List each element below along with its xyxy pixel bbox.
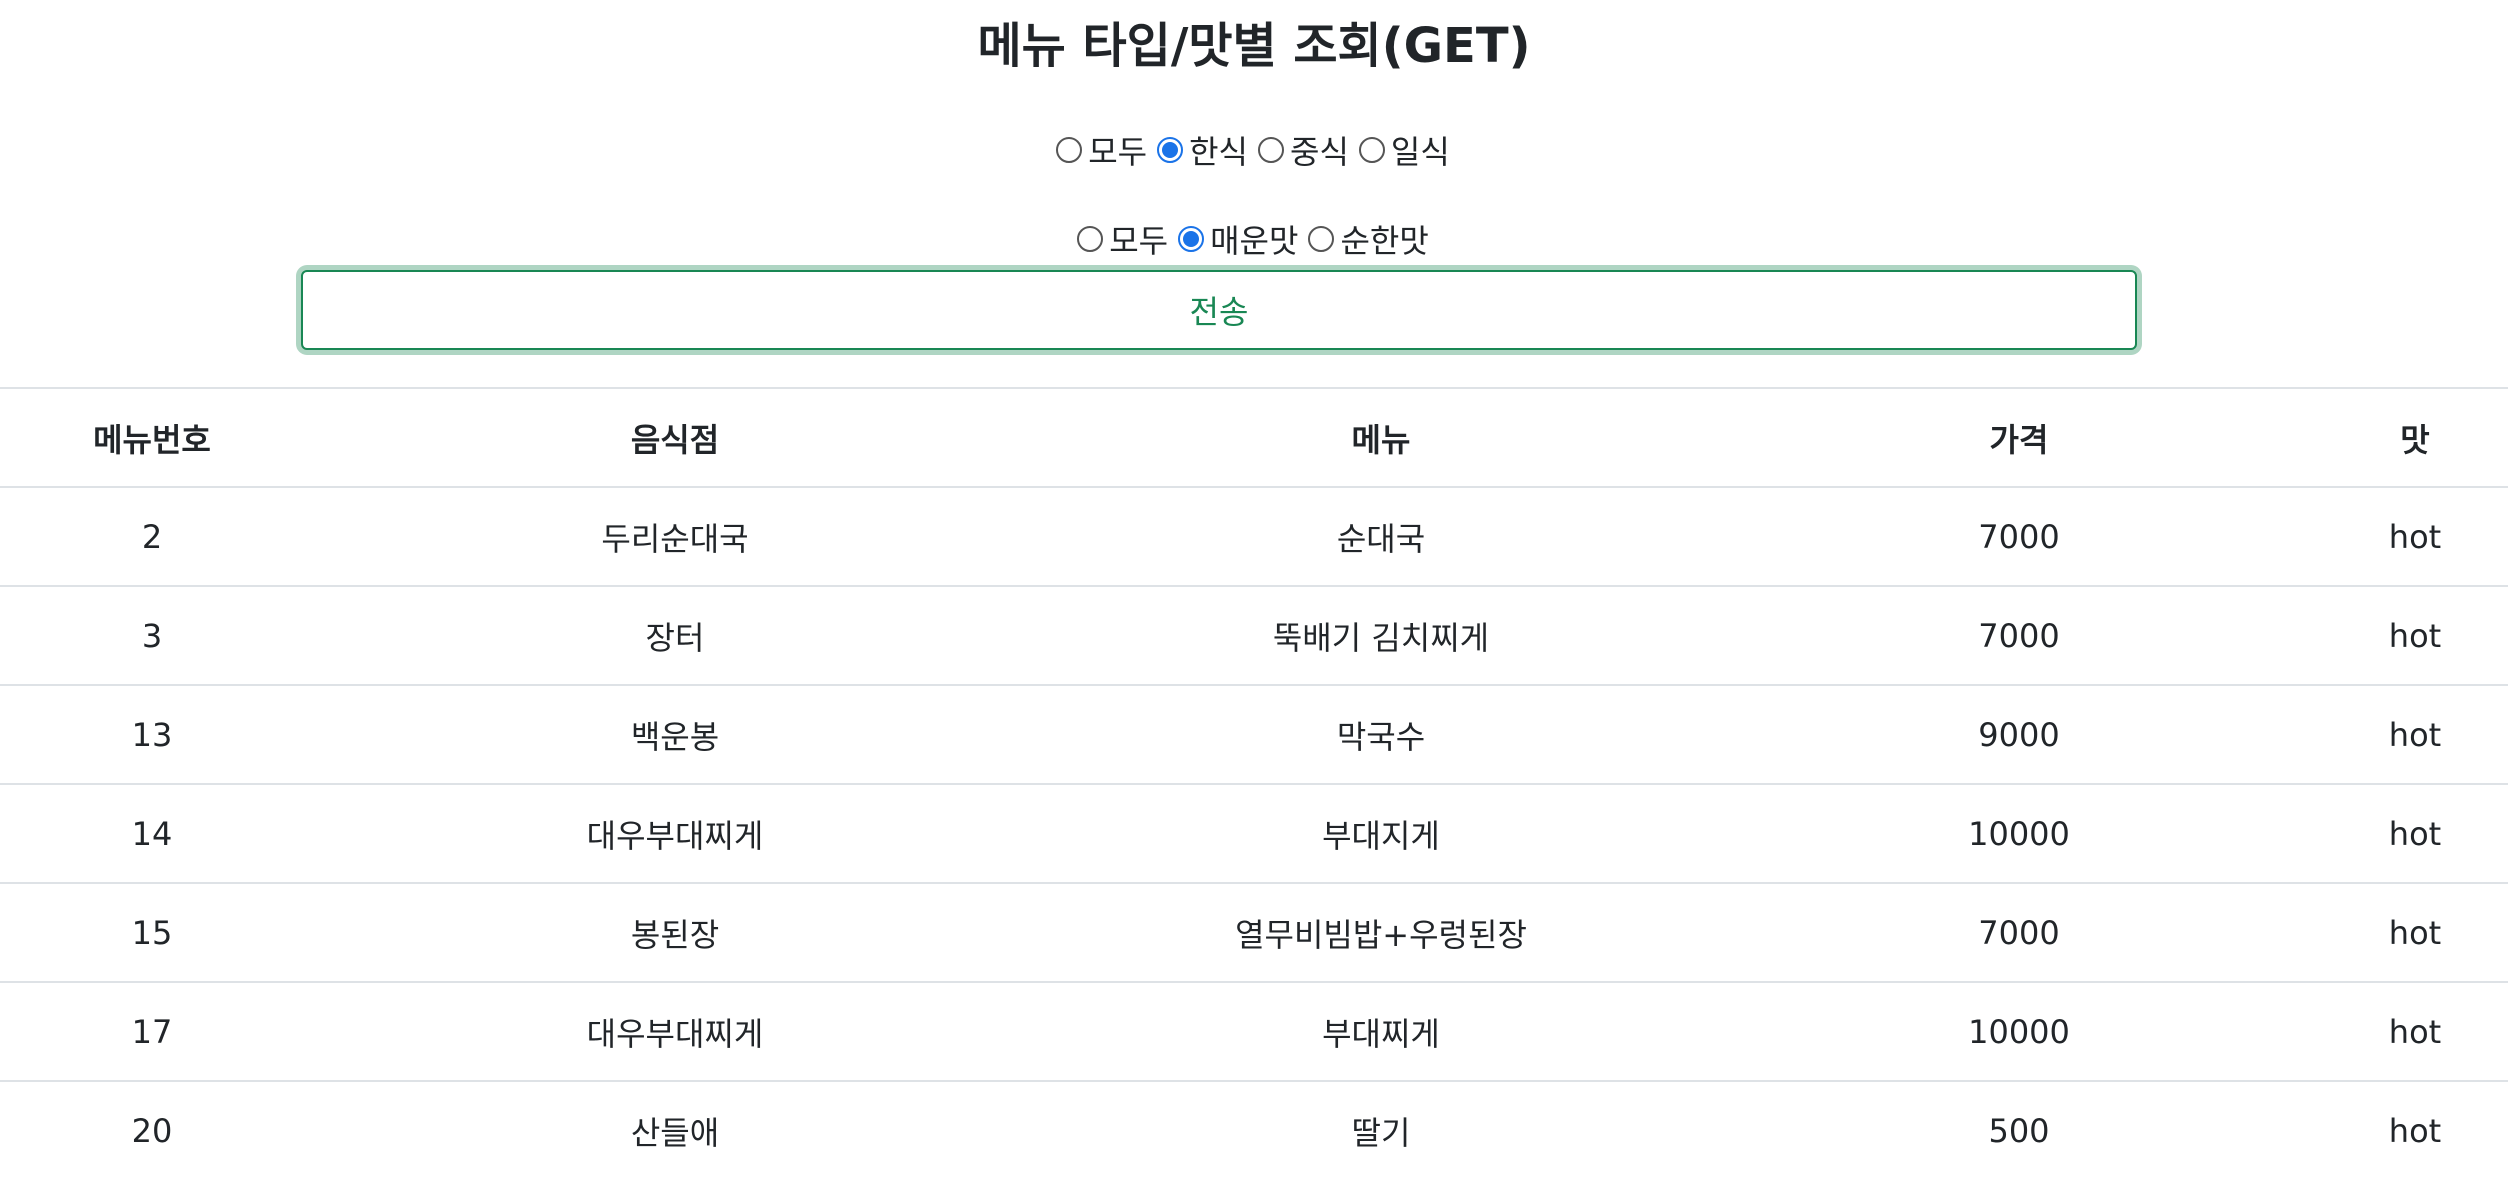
cell-price: 10000 <box>1716 783 2322 883</box>
table-row: 13 백운봉 막국수 9000 hot <box>0 684 2508 784</box>
header-restaurant: 음식점 <box>304 387 1046 487</box>
table-row: 17 대우부대찌게 부대찌게 10000 hot <box>0 981 2508 1081</box>
radio-type-all[interactable] <box>1056 137 1083 163</box>
radio-taste-all[interactable] <box>1077 226 1104 252</box>
table-row: 14 대우부대찌게 부대지게 10000 hot <box>0 783 2508 883</box>
cell-taste: hot <box>2322 783 2508 883</box>
radio-taste-mild[interactable] <box>1308 226 1335 252</box>
cell-restaurant: 두리순대국 <box>304 486 1046 586</box>
table-row: 15 봉된장 열무비빔밥+우렁된장 7000 hot <box>0 882 2508 982</box>
table-row: 3 장터 뚝배기 김치찌게 7000 hot <box>0 585 2508 685</box>
radio-label[interactable]: 매운맛 <box>1210 216 1298 262</box>
cell-restaurant: 대우부대찌게 <box>304 783 1046 883</box>
radio-type-japanese[interactable] <box>1358 137 1385 163</box>
cell-price: 9000 <box>1716 684 2322 784</box>
header-menu: 메뉴 <box>1046 387 1716 487</box>
cell-price: 7000 <box>1716 585 2322 685</box>
submit-button[interactable]: 전송 <box>301 270 2137 350</box>
menu-type-filter: 모두 한식 중식 일식 <box>0 125 2508 175</box>
cell-taste: hot <box>2322 1080 2508 1179</box>
cell-taste: hot <box>2322 684 2508 784</box>
table-row: 2 두리순대국 순대국 7000 hot <box>0 486 2508 586</box>
cell-restaurant: 대우부대찌게 <box>304 981 1046 1081</box>
cell-menu: 딸기 <box>1046 1080 1716 1179</box>
cell-taste: hot <box>2322 486 2508 586</box>
cell-price: 7000 <box>1716 486 2322 586</box>
cell-menu: 뚝배기 김치찌게 <box>1046 585 1716 685</box>
cell-menu-number: 14 <box>0 783 304 883</box>
cell-menu-number: 20 <box>0 1080 304 1179</box>
taste-option-all[interactable]: 모두 <box>1073 216 1174 262</box>
radio-label[interactable]: 순한맛 <box>1340 216 1428 262</box>
taste-option-mild[interactable]: 순한맛 <box>1304 216 1434 262</box>
header-menu-number: 메뉴번호 <box>0 387 304 487</box>
cell-price: 10000 <box>1716 981 2322 1081</box>
cell-taste: hot <box>2322 981 2508 1081</box>
cell-menu: 부대지게 <box>1046 783 1716 883</box>
cell-menu: 막국수 <box>1046 684 1716 784</box>
cell-menu-number: 15 <box>0 882 304 982</box>
header-price: 가격 <box>1716 387 2322 487</box>
cell-menu-number: 17 <box>0 981 304 1081</box>
type-option-korean[interactable]: 한식 <box>1153 127 1254 173</box>
type-option-chinese[interactable]: 중식 <box>1254 127 1355 173</box>
table-row: 20 산들애 딸기 500 hot <box>0 1080 2508 1179</box>
type-option-japanese[interactable]: 일식 <box>1355 127 1456 173</box>
cell-price: 7000 <box>1716 882 2322 982</box>
radio-label[interactable]: 중식 <box>1290 127 1349 173</box>
cell-restaurant: 장터 <box>304 585 1046 685</box>
cell-menu: 열무비빔밥+우렁된장 <box>1046 882 1716 982</box>
page-title: 메뉴 타입/맛별 조회(GET) <box>977 18 1531 74</box>
radio-type-korean[interactable] <box>1157 137 1184 163</box>
radio-type-chinese[interactable] <box>1258 137 1284 163</box>
cell-restaurant: 봉된장 <box>304 882 1046 982</box>
cell-price: 500 <box>1716 1080 2322 1179</box>
cell-menu-number: 3 <box>0 585 304 685</box>
table-header-row: 메뉴번호 음식점 메뉴 가격 맛 <box>0 387 2508 487</box>
cell-menu-number: 13 <box>0 684 304 784</box>
cell-taste: hot <box>2322 882 2508 982</box>
cell-restaurant: 산들애 <box>304 1080 1046 1179</box>
cell-menu: 부대찌게 <box>1046 981 1716 1081</box>
radio-label[interactable]: 일식 <box>1391 127 1450 173</box>
radio-label[interactable]: 한식 <box>1189 127 1248 173</box>
header-taste: 맛 <box>2322 387 2508 487</box>
radio-label[interactable]: 모두 <box>1109 216 1168 262</box>
type-option-all[interactable]: 모두 <box>1052 127 1153 173</box>
cell-menu: 순대국 <box>1046 486 1716 586</box>
cell-menu-number: 2 <box>0 486 304 586</box>
taste-option-spicy[interactable]: 매운맛 <box>1174 216 1304 262</box>
taste-filter: 모두 매운맛 순한맛 <box>0 214 2508 264</box>
radio-label[interactable]: 모두 <box>1088 127 1147 173</box>
cell-taste: hot <box>2322 585 2508 685</box>
radio-taste-spicy[interactable] <box>1178 226 1205 252</box>
cell-restaurant: 백운봉 <box>304 684 1046 784</box>
menu-table: 메뉴번호 음식점 메뉴 가격 맛 2 두리순대국 순대국 7000 hot 3 … <box>0 387 2508 1179</box>
